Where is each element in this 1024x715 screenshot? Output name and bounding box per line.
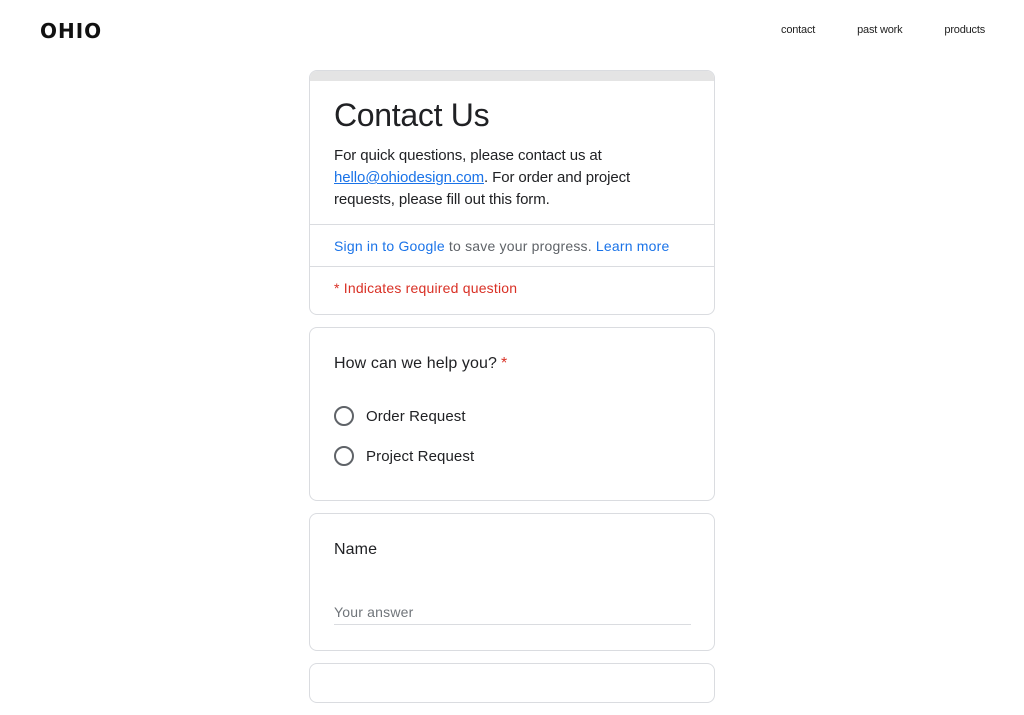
required-asterisk: * [500, 355, 508, 372]
option-label: Order Request [366, 407, 466, 425]
next-question-card [309, 663, 715, 703]
radio-circle-icon[interactable] [334, 406, 354, 426]
ohio-logo[interactable]: OHIO [40, 19, 102, 43]
signin-row: Sign in to Google to save your progress.… [310, 225, 714, 267]
contact-form: Contact Us For quick questions, please c… [309, 70, 715, 715]
option-order-request[interactable]: Order Request [334, 396, 690, 436]
form-title-section: Contact Us For quick questions, please c… [310, 81, 714, 225]
name-question-card: Name [309, 513, 715, 651]
contact-email-link[interactable]: hello@ohiodesign.com [334, 169, 484, 186]
nav-past-work-link[interactable]: past work [857, 24, 902, 36]
form-desc-before: For quick questions, please contact us a… [334, 147, 602, 164]
name-question-title: Name [334, 541, 378, 558]
name-answer-input[interactable] [334, 600, 691, 625]
form-description: For quick questions, please contact us a… [334, 145, 690, 211]
site-header: OHIO contact past work products [0, 0, 1024, 62]
option-project-request[interactable]: Project Request [334, 436, 690, 476]
help-question-title: How can we help you? * [334, 352, 690, 376]
help-question-card: How can we help you? * Order Request Proj… [309, 327, 715, 501]
option-label: Project Request [366, 447, 475, 465]
form-header-bar [310, 71, 714, 81]
help-question-label: How can we help you? [334, 355, 497, 372]
learn-more-link[interactable]: Learn more [596, 238, 670, 254]
radio-circle-icon[interactable] [334, 446, 354, 466]
help-options: Order Request Project Request [334, 396, 690, 476]
sign-in-google-link[interactable]: Sign in to Google [334, 238, 445, 254]
nav-contact-link[interactable]: contact [781, 24, 815, 36]
form-title: Contact Us [334, 97, 490, 133]
nav-products-link[interactable]: products [944, 24, 985, 36]
top-nav: contact past work products [781, 24, 985, 36]
form-title-card: Contact Us For quick questions, please c… [309, 70, 715, 315]
signin-text: to save your progress. [444, 238, 596, 254]
required-note: * Indicates required question [334, 280, 518, 296]
